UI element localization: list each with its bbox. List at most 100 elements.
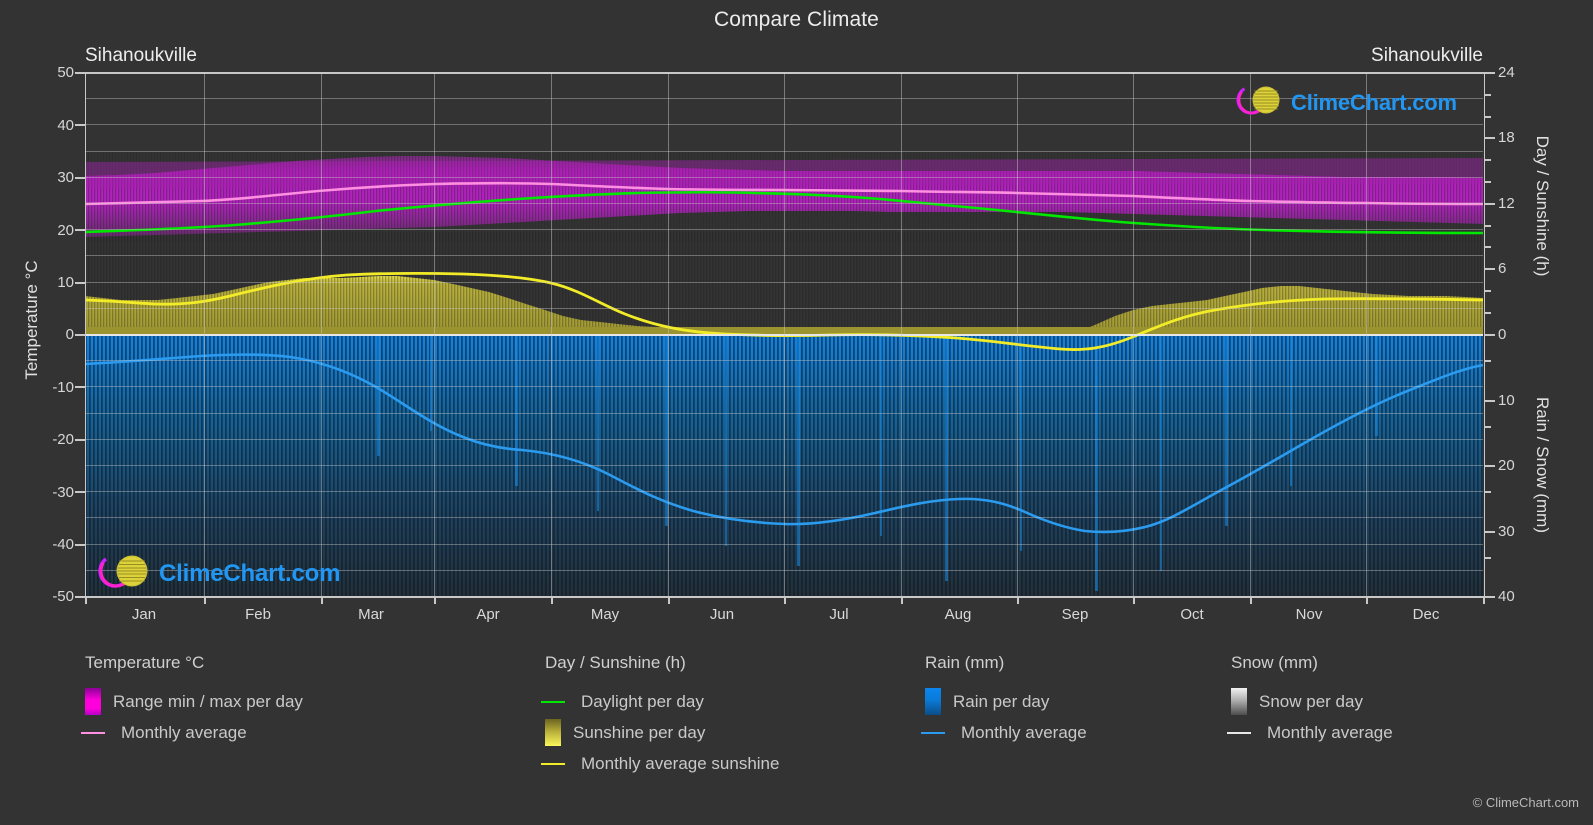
- gridline-v: [551, 72, 552, 596]
- tickmark-right-minor: [1485, 557, 1491, 559]
- snow-swatch: [1231, 688, 1247, 715]
- tickmark-left: [75, 177, 85, 179]
- gridline-v: [204, 72, 205, 596]
- tickmark-left: [75, 491, 85, 493]
- tickmark-left: [75, 229, 85, 231]
- gridline-v: [1366, 72, 1367, 596]
- page-title: Compare Climate: [714, 8, 879, 31]
- tickmark-right-minor: [1485, 360, 1491, 362]
- legend-item-label: Monthly average: [121, 722, 247, 742]
- snow-average-swatch: [1227, 731, 1251, 734]
- left-location-label: Sihanoukville: [85, 45, 197, 66]
- tickmark-right-minor: [1485, 246, 1491, 248]
- climechart-logo-text: ClimeChart.com: [159, 559, 341, 587]
- legend-item-label: Monthly average: [961, 722, 1087, 742]
- chart-legend: Temperature °C Range min / max per day M…: [0, 645, 1593, 825]
- climechart-logo-text: ClimeChart.com: [1291, 89, 1457, 115]
- xtick-label-mar: Mar: [358, 606, 384, 623]
- tickmark-right: [1485, 268, 1495, 270]
- tickmark-right-minor: [1485, 94, 1491, 96]
- tickmark-left: [75, 596, 85, 598]
- legend-group-title: Temperature °C: [85, 653, 205, 672]
- tickmark-right: [1485, 465, 1495, 467]
- legend-group-snow: Snow (mm) Snow per day Monthly average: [1227, 653, 1393, 748]
- plot-top-axis: [85, 72, 1485, 74]
- xtickmark: [434, 596, 436, 604]
- monthly-average-swatch: [81, 731, 105, 734]
- xtick-label-aug: Aug: [944, 606, 972, 623]
- climate-plot-area[interactable]: [85, 72, 1483, 596]
- tickmark-right-minor: [1485, 290, 1491, 292]
- xtick-label-jul: Jul: [829, 606, 849, 623]
- xtickmark: [784, 596, 786, 604]
- legend-item-label: Monthly average sunshine: [581, 753, 780, 773]
- tickmark-right: [1485, 72, 1495, 74]
- climechart-logo-top[interactable]: ClimeChart.com: [1233, 80, 1457, 125]
- xtickmark: [901, 596, 903, 604]
- tickmark-right-minor: [1485, 181, 1491, 183]
- climechart-logo-mark: [1233, 80, 1287, 125]
- legend-group-title: Day / Sunshine (h): [545, 653, 686, 672]
- legend-item-snow-monthly-average[interactable]: Monthly average: [1227, 717, 1393, 748]
- xtick-label-apr: Apr: [476, 606, 500, 623]
- legend-group-rain: Rain (mm) Rain per day Monthly average: [921, 653, 1087, 748]
- legend-item-sunshine[interactable]: Sunshine per day: [545, 717, 779, 748]
- rain-average-swatch: [921, 731, 945, 734]
- sunshine-swatch: [545, 719, 561, 746]
- tickmark-left: [75, 72, 85, 74]
- tickmark-left: [75, 124, 85, 126]
- tickmark-right: [1485, 334, 1495, 336]
- legend-group-temperature: Temperature °C Range min / max per day M…: [81, 653, 303, 748]
- xtick-label-nov: Nov: [1295, 606, 1323, 623]
- gridline-v: [901, 72, 902, 596]
- tickmark-right-minor: [1485, 225, 1491, 227]
- tickmark-right: [1485, 400, 1495, 402]
- right-bottom-axis-label: Rain / Snow (mm): [1533, 396, 1552, 534]
- xtick-label-oct: Oct: [1180, 606, 1204, 623]
- climechart-logo-mark: [95, 549, 155, 598]
- legend-item-rain-monthly-average[interactable]: Monthly average: [921, 717, 1087, 748]
- legend-item-label: Sunshine per day: [573, 722, 706, 742]
- tickmark-right-minor: [1485, 426, 1491, 428]
- tickmark-right-minor: [1485, 116, 1491, 118]
- xtickmark: [668, 596, 670, 604]
- xtick-label-sep: Sep: [1061, 606, 1089, 623]
- legend-item-label: Snow per day: [1259, 691, 1363, 711]
- gridline-v: [434, 72, 435, 596]
- tickmark-right-minor: [1485, 312, 1491, 314]
- xtickmark: [1366, 596, 1368, 604]
- gridline-v: [321, 72, 322, 596]
- tickmark-right: [1485, 531, 1495, 533]
- legend-item-monthly-average-sunshine[interactable]: Monthly average sunshine: [541, 748, 780, 779]
- xtickmark: [85, 596, 87, 604]
- copyright-notice: © ClimeChart.com: [1472, 795, 1579, 810]
- legend-item-temperature-monthly-average[interactable]: Monthly average: [81, 717, 303, 748]
- monthly-sunshine-swatch: [541, 762, 565, 765]
- legend-item-daylight[interactable]: Daylight per day: [541, 686, 779, 717]
- left-axis-label: Temperature °C: [22, 260, 41, 380]
- tickmark-left: [75, 334, 85, 336]
- xtick-label-may: May: [590, 606, 620, 623]
- legend-item-label: Monthly average: [1267, 722, 1393, 742]
- legend-group-title: Snow (mm): [1231, 653, 1318, 672]
- rain-swatch: [925, 688, 941, 715]
- tickmark-right: [1485, 596, 1495, 598]
- range-swatch: [85, 688, 101, 715]
- gridline-v: [1017, 72, 1018, 596]
- legend-item-label: Range min / max per day: [113, 691, 303, 711]
- xtick-label-jun: Jun: [709, 606, 735, 623]
- right-location-label: Sihanoukville: [1371, 45, 1483, 66]
- tickmark-left: [75, 386, 85, 388]
- gridline-v: [1250, 72, 1251, 596]
- xtickmark: [1483, 596, 1485, 604]
- xtickmark: [1017, 596, 1019, 604]
- tickmark-left: [75, 544, 85, 546]
- tickmark-right-minor: [1485, 491, 1491, 493]
- legend-item-snow-per-day[interactable]: Snow per day: [1231, 686, 1393, 717]
- xtickmark: [1250, 596, 1252, 604]
- xtick-label-feb: Feb: [245, 606, 271, 623]
- gridline-v: [1133, 72, 1134, 596]
- climechart-logo-bottom[interactable]: ClimeChart.com: [95, 549, 340, 598]
- legend-item-temperature-range[interactable]: Range min / max per day: [85, 686, 303, 717]
- legend-item-rain-per-day[interactable]: Rain per day: [925, 686, 1087, 717]
